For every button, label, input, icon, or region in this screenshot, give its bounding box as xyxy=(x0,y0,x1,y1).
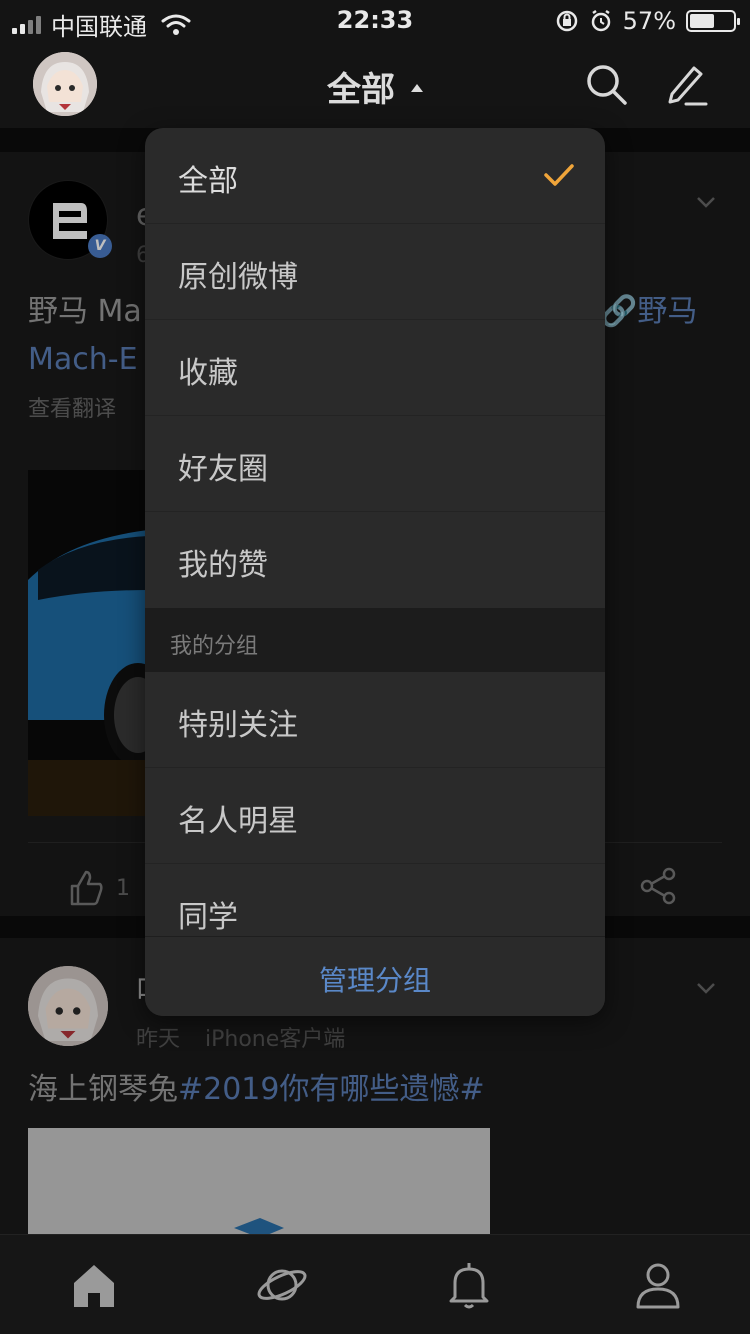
dropdown-item-friends-circle[interactable]: 好友圈 xyxy=(145,416,605,512)
battery-level-fill xyxy=(690,14,714,28)
dropdown-item-label: 原创微博 xyxy=(178,260,298,295)
section-title: 我的分组 xyxy=(170,634,259,659)
battery-percentage: 57% xyxy=(622,7,676,35)
manage-groups-button[interactable]: 管理分组 xyxy=(145,936,605,1016)
dropdown-section-header: 我的分组 xyxy=(145,608,605,672)
top-navigation-bar: 全部 xyxy=(0,40,750,128)
dropdown-item-label: 全部 xyxy=(178,164,238,199)
dropdown-item-label: 同学 xyxy=(178,900,238,935)
feed-filter-label: 全部 xyxy=(327,70,395,110)
discover-icon[interactable] xyxy=(254,1257,310,1313)
feed-filter-title[interactable]: 全部 xyxy=(0,62,750,111)
rotation-lock-icon xyxy=(556,10,577,32)
checkmark-icon xyxy=(544,164,574,186)
bottom-tab-bar xyxy=(0,1234,750,1334)
notifications-icon[interactable] xyxy=(441,1257,497,1313)
feed-filter-dropdown: 全部 原创微博 收藏 好友圈 我的赞 我的分组 特别关注 名人明星 同学 管理分… xyxy=(145,128,605,1016)
search-icon[interactable] xyxy=(584,62,628,106)
compose-icon[interactable] xyxy=(664,62,708,106)
manage-groups-label: 管理分组 xyxy=(318,964,431,997)
dropdown-item-original[interactable]: 原创微博 xyxy=(145,224,605,320)
dropdown-item-label: 名人明星 xyxy=(178,804,298,839)
dropdown-group-special[interactable]: 特别关注 xyxy=(145,672,605,768)
dropdown-group-celebrities[interactable]: 名人明星 xyxy=(145,768,605,864)
battery-icon xyxy=(686,10,740,32)
dropdown-item-my-likes[interactable]: 我的赞 xyxy=(145,512,605,608)
dropdown-item-label: 收藏 xyxy=(178,356,238,391)
profile-icon[interactable] xyxy=(630,1257,686,1313)
dropdown-item-label: 我的赞 xyxy=(178,548,268,583)
home-icon[interactable] xyxy=(66,1257,122,1313)
dropdown-item-label: 好友圈 xyxy=(178,452,268,487)
dropdown-item-favorites[interactable]: 收藏 xyxy=(145,320,605,416)
caret-up-icon xyxy=(411,83,423,92)
alarm-icon xyxy=(591,9,610,32)
dropdown-item-all[interactable]: 全部 xyxy=(145,128,605,224)
dropdown-item-label: 特别关注 xyxy=(178,708,298,743)
status-bar: 中国联通 22:33 57% xyxy=(0,0,750,41)
